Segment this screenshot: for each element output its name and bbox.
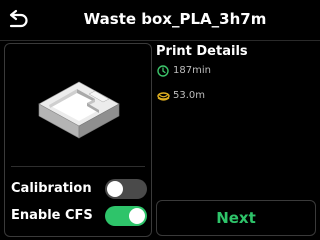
calibration-toggle[interactable] (105, 179, 147, 199)
print-details-title: Print Details (156, 44, 248, 59)
header-divider (0, 40, 320, 41)
filament-length-value: 53.0m (173, 90, 206, 101)
model-preview-image (38, 81, 120, 139)
next-button[interactable]: Next (156, 200, 316, 236)
toggle-knob (129, 208, 145, 224)
enable-cfs-toggle[interactable] (105, 206, 147, 226)
enable-cfs-label: Enable CFS (11, 208, 93, 223)
clock-icon (157, 65, 169, 77)
calibration-label: Calibration (11, 181, 92, 196)
print-time-value: 187min (173, 65, 211, 76)
calibration-row: Calibration (11, 177, 147, 201)
page-title: Waste box_PLA_3h7m (83, 10, 267, 28)
filament-spool-icon (157, 92, 170, 101)
header: Waste box_PLA_3h7m (0, 0, 320, 40)
toggle-knob (107, 181, 123, 197)
enable-cfs-row: Enable CFS (11, 204, 147, 228)
left-panel: Calibration Enable CFS (4, 43, 152, 237)
panel-separator (11, 166, 145, 167)
back-arrow-icon[interactable] (6, 9, 30, 31)
